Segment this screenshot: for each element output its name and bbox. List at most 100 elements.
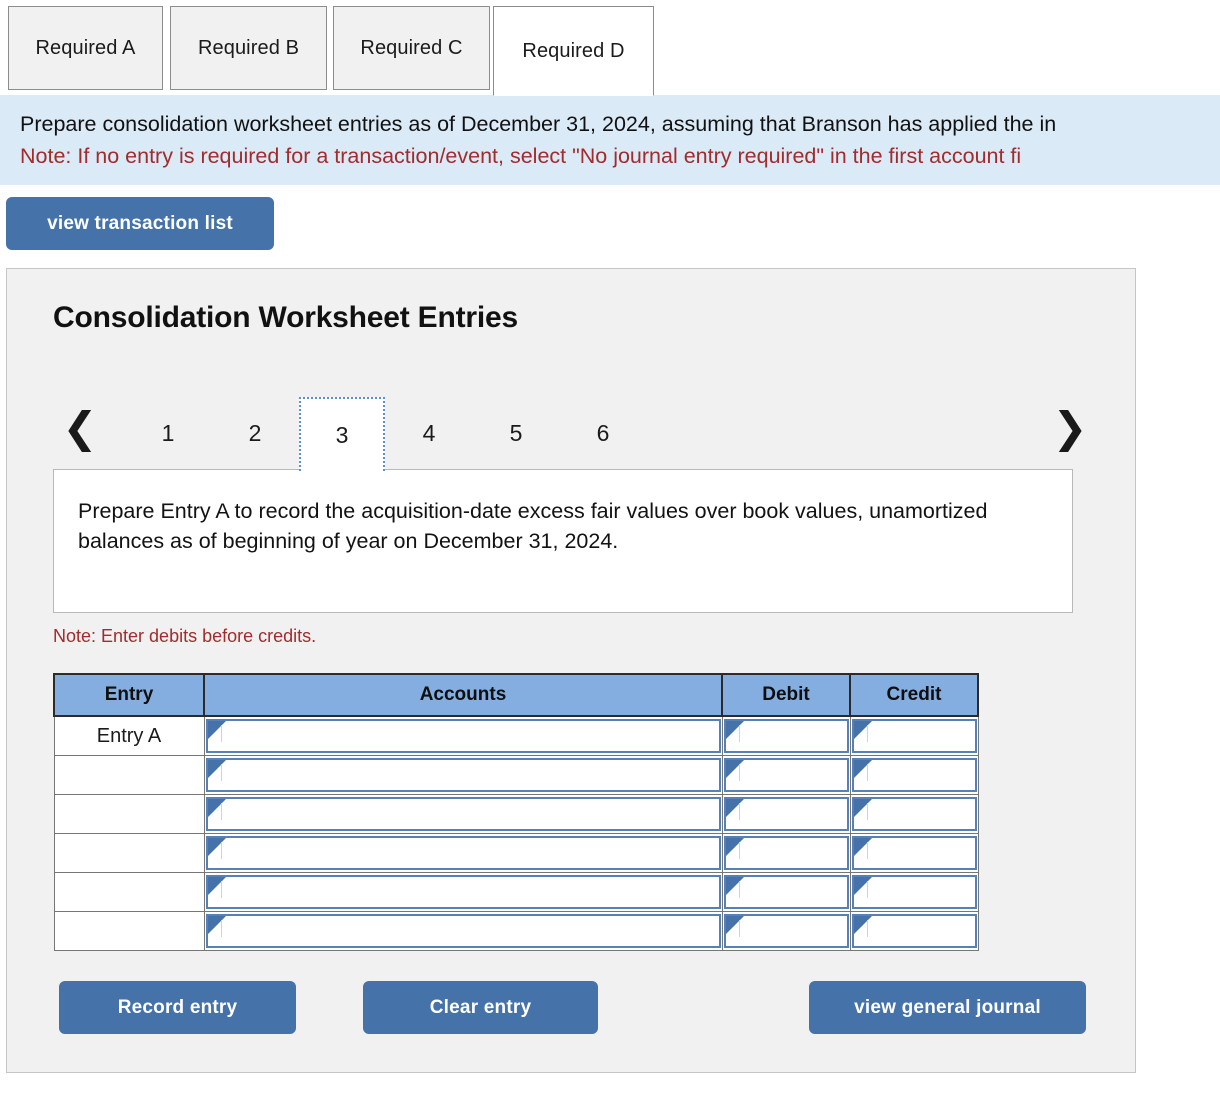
page-button-1[interactable]: 1 <box>125 397 211 469</box>
accounts-select-cell[interactable] <box>203 872 723 912</box>
dropdown-marker-icon <box>207 760 226 778</box>
text-caret <box>738 881 740 898</box>
text-caret <box>738 803 740 820</box>
credit-input-cell[interactable] <box>849 872 979 912</box>
table-header-row: Entry Accounts Debit Credit <box>53 673 979 717</box>
accounts-select-cell[interactable] <box>203 794 723 834</box>
page-button-6[interactable]: 6 <box>560 397 646 469</box>
chevron-right-icon[interactable]: ❯ <box>1047 397 1093 459</box>
page-button-2[interactable]: 2 <box>212 397 298 469</box>
dropdown-marker-icon <box>853 877 872 895</box>
consolidation-worksheet-panel: Consolidation Worksheet Entries ❮ 1 2 3 … <box>6 268 1136 1073</box>
page-label: 2 <box>248 419 262 446</box>
column-header-debit: Debit <box>721 673 851 717</box>
text-caret <box>738 764 740 781</box>
credit-input-cell[interactable] <box>849 911 979 951</box>
page-label: 5 <box>509 419 523 446</box>
record-entry-button[interactable]: Record entry <box>59 981 296 1034</box>
text-caret <box>866 920 868 937</box>
text-caret <box>220 881 222 898</box>
accounts-select-cell[interactable] <box>203 715 723 756</box>
text-caret <box>738 725 740 742</box>
tab-label: Required A <box>35 36 136 59</box>
view-general-journal-button[interactable]: view general journal <box>809 981 1086 1034</box>
view-transaction-list-button[interactable]: view transaction list <box>6 197 274 250</box>
journal-entry-table: Entry Accounts Debit Credit Entry A <box>53 673 979 951</box>
entry-label-cell: Entry A <box>53 715 205 756</box>
table-row <box>53 872 979 912</box>
table-row <box>53 911 979 951</box>
credit-input-cell[interactable] <box>849 833 979 873</box>
accounts-select-cell[interactable] <box>203 911 723 951</box>
debit-input-cell[interactable] <box>721 715 851 756</box>
dropdown-marker-icon <box>725 799 744 817</box>
dropdown-marker-icon <box>207 838 226 856</box>
text-caret <box>220 842 222 859</box>
dropdown-marker-icon <box>725 760 744 778</box>
dropdown-marker-icon <box>207 916 226 934</box>
page-button-3[interactable]: 3 <box>299 397 385 471</box>
debit-input-cell[interactable] <box>721 794 851 834</box>
dropdown-marker-icon <box>853 838 872 856</box>
column-header-credit: Credit <box>849 673 979 717</box>
page-label: 1 <box>161 419 175 446</box>
text-caret <box>220 764 222 781</box>
tab-required-d[interactable]: Required D <box>493 6 654 96</box>
credit-input-cell[interactable] <box>849 715 979 756</box>
column-header-entry: Entry <box>53 673 205 717</box>
dropdown-marker-icon <box>853 916 872 934</box>
dropdown-marker-icon <box>207 721 226 739</box>
dropdown-marker-icon <box>725 877 744 895</box>
text-caret <box>220 920 222 937</box>
entry-pager: ❮ 1 2 3 4 5 6 ❯ <box>53 397 1093 471</box>
entry-label-cell <box>53 833 205 873</box>
page-label: 3 <box>335 421 349 448</box>
accounts-select-cell[interactable] <box>203 833 723 873</box>
entry-description-box: Prepare Entry A to record the acquisitio… <box>53 469 1073 613</box>
text-caret <box>866 803 868 820</box>
dropdown-marker-icon <box>853 799 872 817</box>
dropdown-marker-icon <box>207 877 226 895</box>
table-row <box>53 833 979 873</box>
tab-required-a[interactable]: Required A <box>8 6 163 90</box>
accounts-select-cell[interactable] <box>203 755 723 795</box>
page-label: 4 <box>422 419 436 446</box>
dropdown-marker-icon <box>853 721 872 739</box>
entry-label-cell <box>53 872 205 912</box>
page-button-5[interactable]: 5 <box>473 397 559 469</box>
text-caret <box>220 803 222 820</box>
entry-description-text: Prepare Entry A to record the acquisitio… <box>78 499 988 553</box>
instruction-note: Note: If no entry is required for a tran… <box>20 144 1022 168</box>
page-button-4[interactable]: 4 <box>386 397 472 469</box>
credit-input-cell[interactable] <box>849 755 979 795</box>
debit-input-cell[interactable] <box>721 833 851 873</box>
table-row <box>53 755 979 795</box>
tab-required-c[interactable]: Required C <box>333 6 490 90</box>
debit-input-cell[interactable] <box>721 872 851 912</box>
dropdown-marker-icon <box>725 721 744 739</box>
debits-note: Note: Enter debits before credits. <box>53 626 317 646</box>
text-caret <box>220 725 222 742</box>
text-caret <box>866 764 868 781</box>
entry-label-cell <box>53 911 205 951</box>
text-caret <box>866 881 868 898</box>
text-caret <box>738 920 740 937</box>
credit-input-cell[interactable] <box>849 794 979 834</box>
page-label: 6 <box>596 419 610 446</box>
tab-strip: Required A Required B Required C Require… <box>0 0 1220 96</box>
column-header-accounts: Accounts <box>203 673 723 717</box>
tab-required-b[interactable]: Required B <box>170 6 327 90</box>
debit-input-cell[interactable] <box>721 755 851 795</box>
entry-label-cell <box>53 755 205 795</box>
table-row: Entry A <box>53 715 979 756</box>
dropdown-marker-icon <box>853 760 872 778</box>
instruction-banner: Prepare consolidation worksheet entries … <box>0 95 1220 185</box>
tab-label: Required D <box>522 39 625 62</box>
text-caret <box>866 725 868 742</box>
chevron-left-icon[interactable]: ❮ <box>57 397 103 459</box>
instruction-text: Prepare consolidation worksheet entries … <box>20 112 1057 136</box>
debit-input-cell[interactable] <box>721 911 851 951</box>
clear-entry-button[interactable]: Clear entry <box>363 981 598 1034</box>
table-row <box>53 794 979 834</box>
text-caret <box>866 842 868 859</box>
